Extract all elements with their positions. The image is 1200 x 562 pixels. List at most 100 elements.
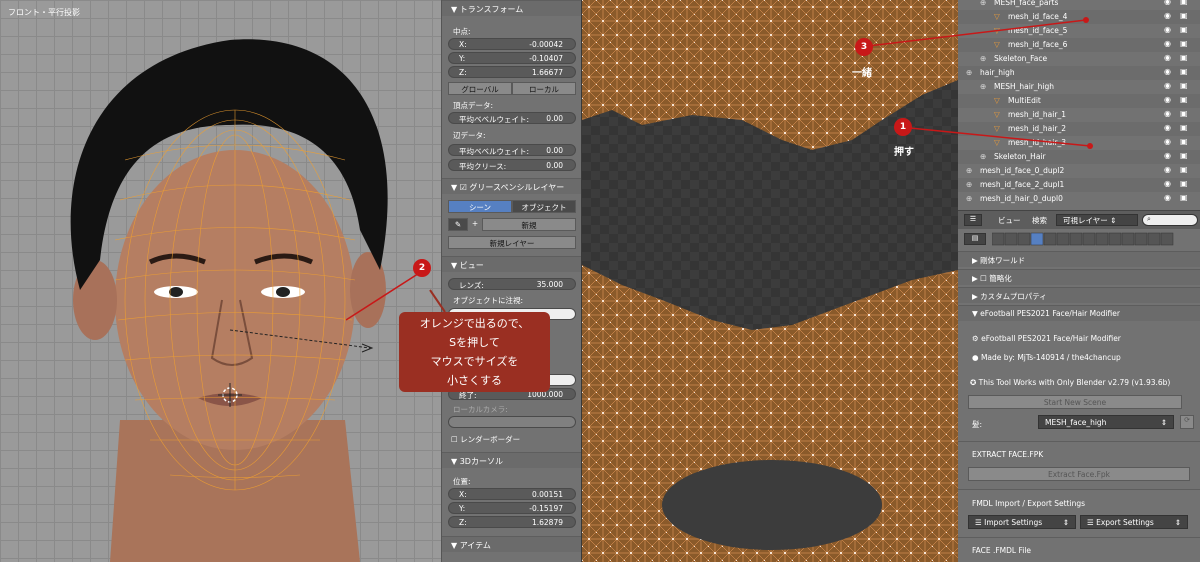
render-camera-icon[interactable]: ▣ (1180, 53, 1188, 62)
outliner-row[interactable]: ⊕ Skeleton_Face ◉ ▣ (958, 52, 1200, 66)
export-settings-select[interactable]: ☰ Export Settings ⇕ (1080, 515, 1188, 529)
view-panel-header[interactable]: ▼ ビュー (442, 256, 581, 272)
render-camera-icon[interactable]: ▣ (1180, 151, 1188, 160)
median-y-field[interactable]: Y: -0.10407 (448, 52, 576, 64)
outliner-row[interactable]: ▽ mesh_id_hair_3 ◉ ▣ (958, 136, 1200, 150)
visibility-eye-icon[interactable]: ◉ (1164, 165, 1171, 174)
plus-icon[interactable]: + (470, 218, 480, 231)
properties-editor-type-icon[interactable]: ▤ (964, 233, 986, 245)
render-camera-icon[interactable]: ▣ (1180, 137, 1188, 146)
pencil-icon[interactable]: ✎ (448, 218, 468, 231)
outliner-item-icon[interactable]: ▽ (994, 124, 1000, 133)
median-z-field[interactable]: Z: 1.66677 (448, 66, 576, 78)
rigid-world-header[interactable]: ▶ 剛体ワールド (958, 251, 1200, 267)
render-camera-icon[interactable]: ▣ (1180, 25, 1188, 34)
visibility-eye-icon[interactable]: ◉ (1164, 137, 1171, 146)
outliner-item-icon[interactable]: ▽ (994, 12, 1000, 21)
render-camera-icon[interactable]: ▣ (1180, 179, 1188, 188)
outliner-item-icon[interactable]: ⊕ (980, 54, 986, 63)
local-camera-field[interactable] (448, 416, 576, 428)
render-camera-icon[interactable]: ▣ (1180, 67, 1188, 76)
item-panel-header[interactable]: ▼ アイテム (442, 536, 581, 552)
visibility-eye-icon[interactable]: ◉ (1164, 0, 1171, 6)
3d-cursor-header[interactable]: ▼ 3Dカーソル (442, 452, 581, 468)
outliner-row[interactable]: ▽ mesh_id_face_6 ◉ ▣ (958, 38, 1200, 52)
global-button[interactable]: グローバル (448, 82, 512, 95)
visibility-eye-icon[interactable]: ◉ (1164, 53, 1171, 62)
new-button[interactable]: 新規 (482, 218, 576, 231)
custom-props-header[interactable]: ▶ カスタムプロパティ (958, 287, 1200, 303)
outliner-item-icon[interactable]: ▽ (994, 110, 1000, 119)
edge-bevel-field[interactable]: 平均ベベルウェイト: 0.00 (448, 144, 576, 156)
outliner-row[interactable]: ⊕ MESH_face_parts ◉ ▣ (958, 0, 1200, 10)
outliner-row[interactable]: ▽ MultiEdit ◉ ▣ (958, 94, 1200, 108)
lens-field[interactable]: レンズ: 35.000 (448, 278, 576, 290)
visibility-eye-icon[interactable]: ◉ (1164, 179, 1171, 188)
extract-face-button[interactable]: Extract Face.Fpk (968, 467, 1190, 481)
properties-tab-strip[interactable] (991, 232, 1182, 246)
outliner-item-icon[interactable]: ▽ (994, 138, 1000, 147)
object-tab-button[interactable]: オブジェクト (512, 200, 576, 213)
start-new-scene-button[interactable]: Start New Scene (968, 395, 1182, 409)
outliner-row[interactable]: ⊕ Skeleton_Hair ◉ ▣ (958, 150, 1200, 164)
visibility-eye-icon[interactable]: ◉ (1164, 81, 1171, 90)
render-border-checkbox[interactable]: ☐ レンダーボーダー (451, 434, 520, 445)
outliner-item-icon[interactable]: ⊕ (966, 180, 972, 189)
outliner[interactable]: ⊕ MESH_face_parts ◉ ▣ ▽ mesh_id_face_4 ◉ ▣ ▽ mesh… (958, 0, 1200, 210)
outliner-item-icon[interactable]: ⊕ (966, 166, 972, 175)
refresh-icon[interactable]: ⟳ (1180, 415, 1194, 429)
render-camera-icon[interactable]: ▣ (1180, 0, 1188, 6)
outliner-row[interactable]: ⊕ hair_high ◉ ▣ (958, 66, 1200, 80)
outliner-row[interactable]: ⊕ mesh_id_hair_0_dupl0 ◉ ▣ (958, 192, 1200, 206)
outliner-item-icon[interactable]: ⊕ (980, 82, 986, 91)
search-menu[interactable]: 検索 (1032, 215, 1047, 226)
search-input[interactable]: ⌕ (1142, 214, 1198, 226)
new-layer-button[interactable]: 新規レイヤー (448, 236, 576, 249)
uv-editor[interactable] (582, 0, 958, 562)
local-button[interactable]: ローカル (512, 82, 576, 95)
cursor-z-field[interactable]: Z: 1.62879 (448, 516, 576, 528)
3d-viewport[interactable]: フロント・平行投影 (0, 0, 441, 562)
outliner-item-icon[interactable]: ⊕ (966, 68, 972, 77)
render-camera-icon[interactable]: ▣ (1180, 109, 1188, 118)
outliner-row[interactable]: ▽ mesh_id_hair_1 ◉ ▣ (958, 108, 1200, 122)
cursor-y-field[interactable]: Y: -0.15197 (448, 502, 576, 514)
outliner-row[interactable]: ⊕ mesh_id_face_0_dupl2 ◉ ▣ (958, 164, 1200, 178)
outliner-row[interactable]: ⊕ mesh_id_face_2_dupl1 ◉ ▣ (958, 178, 1200, 192)
outliner-item-icon[interactable]: ⊕ (980, 0, 986, 7)
visibility-eye-icon[interactable]: ◉ (1164, 109, 1171, 118)
visibility-eye-icon[interactable]: ◉ (1164, 151, 1171, 160)
outliner-row[interactable]: ▽ mesh_id_hair_2 ◉ ▣ (958, 122, 1200, 136)
median-x-field[interactable]: X: -0.00042 (448, 38, 576, 50)
import-settings-select[interactable]: ☰ Import Settings ⇕ (968, 515, 1076, 529)
visibility-eye-icon[interactable]: ◉ (1164, 67, 1171, 76)
transform-panel-header[interactable]: ▼ トランスフォーム (442, 0, 581, 16)
visibility-eye-icon[interactable]: ◉ (1164, 11, 1171, 20)
view-menu[interactable]: ビュー (998, 215, 1021, 226)
edge-crease-field[interactable]: 平均クリース: 0.00 (448, 159, 576, 171)
addon-header[interactable]: ▼ eFootball PES2021 Face/Hair Modifier (958, 305, 1200, 321)
outliner-item-icon[interactable]: ▽ (994, 40, 1000, 49)
render-camera-icon[interactable]: ▣ (1180, 165, 1188, 174)
visibility-eye-icon[interactable]: ◉ (1164, 39, 1171, 48)
grease-pencil-header[interactable]: ▼ ☑ グリースペンシルレイヤー (442, 178, 581, 194)
render-camera-icon[interactable]: ▣ (1180, 95, 1188, 104)
render-camera-icon[interactable]: ▣ (1180, 11, 1188, 20)
vertex-bevel-field[interactable]: 平均ベベルウェイト: 0.00 (448, 112, 576, 124)
visibility-eye-icon[interactable]: ◉ (1164, 95, 1171, 104)
visibility-eye-icon[interactable]: ◉ (1164, 193, 1171, 202)
outliner-item-icon[interactable]: ⊕ (980, 152, 986, 161)
outliner-row[interactable]: ⊕ MESH_hair_high ◉ ▣ (958, 80, 1200, 94)
simplify-header[interactable]: ▶ ☐ 簡略化 (958, 269, 1200, 285)
visibility-eye-icon[interactable]: ◉ (1164, 25, 1171, 34)
outliner-item-icon[interactable]: ▽ (994, 96, 1000, 105)
outliner-item-icon[interactable]: ⊕ (966, 194, 972, 203)
render-camera-icon[interactable]: ▣ (1180, 81, 1188, 90)
outliner-item-icon[interactable]: ▽ (994, 26, 1000, 35)
render-camera-icon[interactable]: ▣ (1180, 193, 1188, 202)
editor-type-icon[interactable]: ☰ (964, 214, 982, 226)
outliner-row[interactable]: ▽ mesh_id_face_4 ◉ ▣ (958, 10, 1200, 24)
hair-select[interactable]: MESH_face_high ⇕ (1038, 415, 1174, 429)
visibility-eye-icon[interactable]: ◉ (1164, 123, 1171, 132)
cursor-x-field[interactable]: X: 0.00151 (448, 488, 576, 500)
